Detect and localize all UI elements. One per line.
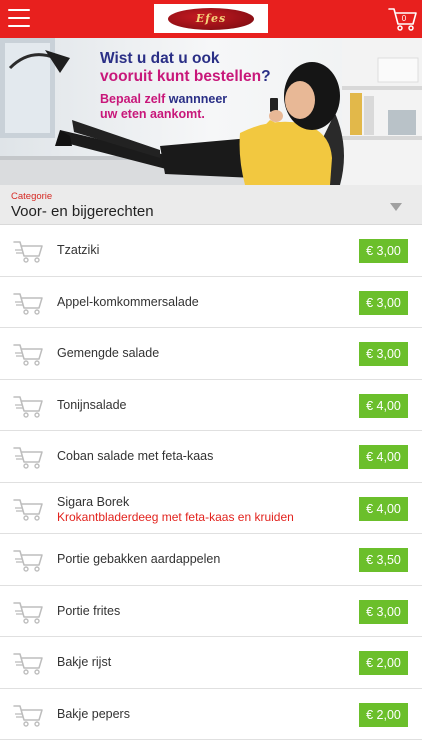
price-button[interactable]: € 4,00 <box>359 445 408 469</box>
product-row[interactable]: Portie gebakken aardappelen € 3,50 <box>0 534 422 586</box>
price-button[interactable]: € 3,00 <box>359 239 408 263</box>
price-button[interactable]: € 3,00 <box>359 290 408 315</box>
shopping-cart-button[interactable]: 0 <box>388 6 418 32</box>
banner-subline2: uw eten aankomt. <box>100 107 205 121</box>
add-to-cart-icon[interactable] <box>12 599 44 625</box>
banner-headline-part3: ? <box>261 68 271 85</box>
cart-count-badge: 0 <box>401 14 407 23</box>
add-to-cart-icon[interactable] <box>12 702 44 728</box>
dropdown-arrow-icon <box>390 203 402 211</box>
logo-text: Efes <box>195 12 227 25</box>
product-name: Portie gebakken aardappelen <box>57 552 221 566</box>
product-row[interactable]: Gemengde salade € 3,00 <box>0 328 422 380</box>
logo-emblem: Efes <box>168 7 254 30</box>
add-to-cart-icon[interactable] <box>12 650 44 676</box>
category-select[interactable]: Categorie Voor- en bijgerechten <box>0 185 422 225</box>
product-name: Coban salade met feta-kaas <box>57 449 214 463</box>
add-to-cart-icon[interactable] <box>12 496 44 522</box>
add-to-cart-icon[interactable] <box>12 341 44 367</box>
price-button[interactable]: € 3,50 <box>359 548 408 572</box>
product-row[interactable]: Tonijnsalade € 4,00 <box>0 379 422 431</box>
banner-subline1-part2: wannneer <box>168 92 228 106</box>
product-name: Appel-komkommersalade <box>57 294 199 309</box>
product-name: Sigara Borek <box>57 494 130 509</box>
category-value: Voor- en bijgerechten <box>11 203 154 220</box>
product-row[interactable]: Tzatziki € 3,00 <box>0 225 422 277</box>
product-row[interactable]: Bakje rijst € 2,00 <box>0 637 422 689</box>
banner-headline-part2: bestellen <box>193 68 262 85</box>
product-row[interactable]: Sigara Borek Krokantbladerdeeg met feta-… <box>0 482 422 534</box>
price-button[interactable]: € 2,00 <box>359 651 408 675</box>
banner-subline1: Bepaal zelf wannneer <box>100 92 300 107</box>
add-to-cart-icon[interactable] <box>12 238 44 264</box>
add-to-cart-icon[interactable] <box>12 547 44 573</box>
app-screen: Efes 0 Wist u dat u ook vooruit kunt bes… <box>0 0 422 750</box>
product-name: Tonijnsalade <box>57 397 127 412</box>
banner-headline-line2: vooruit kunt bestellen? <box>100 68 300 86</box>
banner-text: Wist u dat u ook vooruit kunt bestellen?… <box>100 50 300 122</box>
banner-subline1-part1: Bepaal zelf <box>100 92 169 106</box>
product-description: Krokantbladerdeeg met feta-kaas en kruid… <box>57 509 294 524</box>
product-row[interactable]: Bakje pepers € 2,00 <box>0 688 422 740</box>
product-name: Bakje rijst <box>57 655 112 669</box>
product-name: Bakje pepers <box>57 706 130 721</box>
product-list: Tzatziki € 3,00 Appel-komkommersalade € … <box>0 225 422 740</box>
product-name: Tzatziki <box>57 243 100 257</box>
price-button[interactable]: € 4,00 <box>359 496 408 521</box>
banner-headline-line1: Wist u dat u ook <box>100 50 220 67</box>
restaurant-logo[interactable]: Efes <box>154 4 268 33</box>
promo-banner[interactable]: Wist u dat u ook vooruit kunt bestellen?… <box>0 38 422 185</box>
add-to-cart-icon[interactable] <box>12 444 44 470</box>
add-to-cart-icon[interactable] <box>12 290 44 316</box>
hamburger-menu-icon[interactable] <box>8 9 30 29</box>
price-button[interactable]: € 2,00 <box>359 702 408 727</box>
add-to-cart-icon[interactable] <box>12 393 44 419</box>
price-button[interactable]: € 3,00 <box>359 599 408 624</box>
product-row[interactable]: Appel-komkommersalade € 3,00 <box>0 276 422 328</box>
product-name: Gemengde salade <box>57 346 160 360</box>
banner-headline-part1: vooruit kunt <box>100 68 194 85</box>
header-bar: Efes 0 <box>0 0 422 38</box>
price-button[interactable]: € 4,00 <box>359 393 408 418</box>
product-row[interactable]: Portie frites € 3,00 <box>0 585 422 637</box>
price-button[interactable]: € 3,00 <box>359 342 408 366</box>
product-name: Portie frites <box>57 603 121 618</box>
product-row[interactable]: Coban salade met feta-kaas € 4,00 <box>0 431 422 483</box>
category-label: Categorie <box>11 191 53 202</box>
